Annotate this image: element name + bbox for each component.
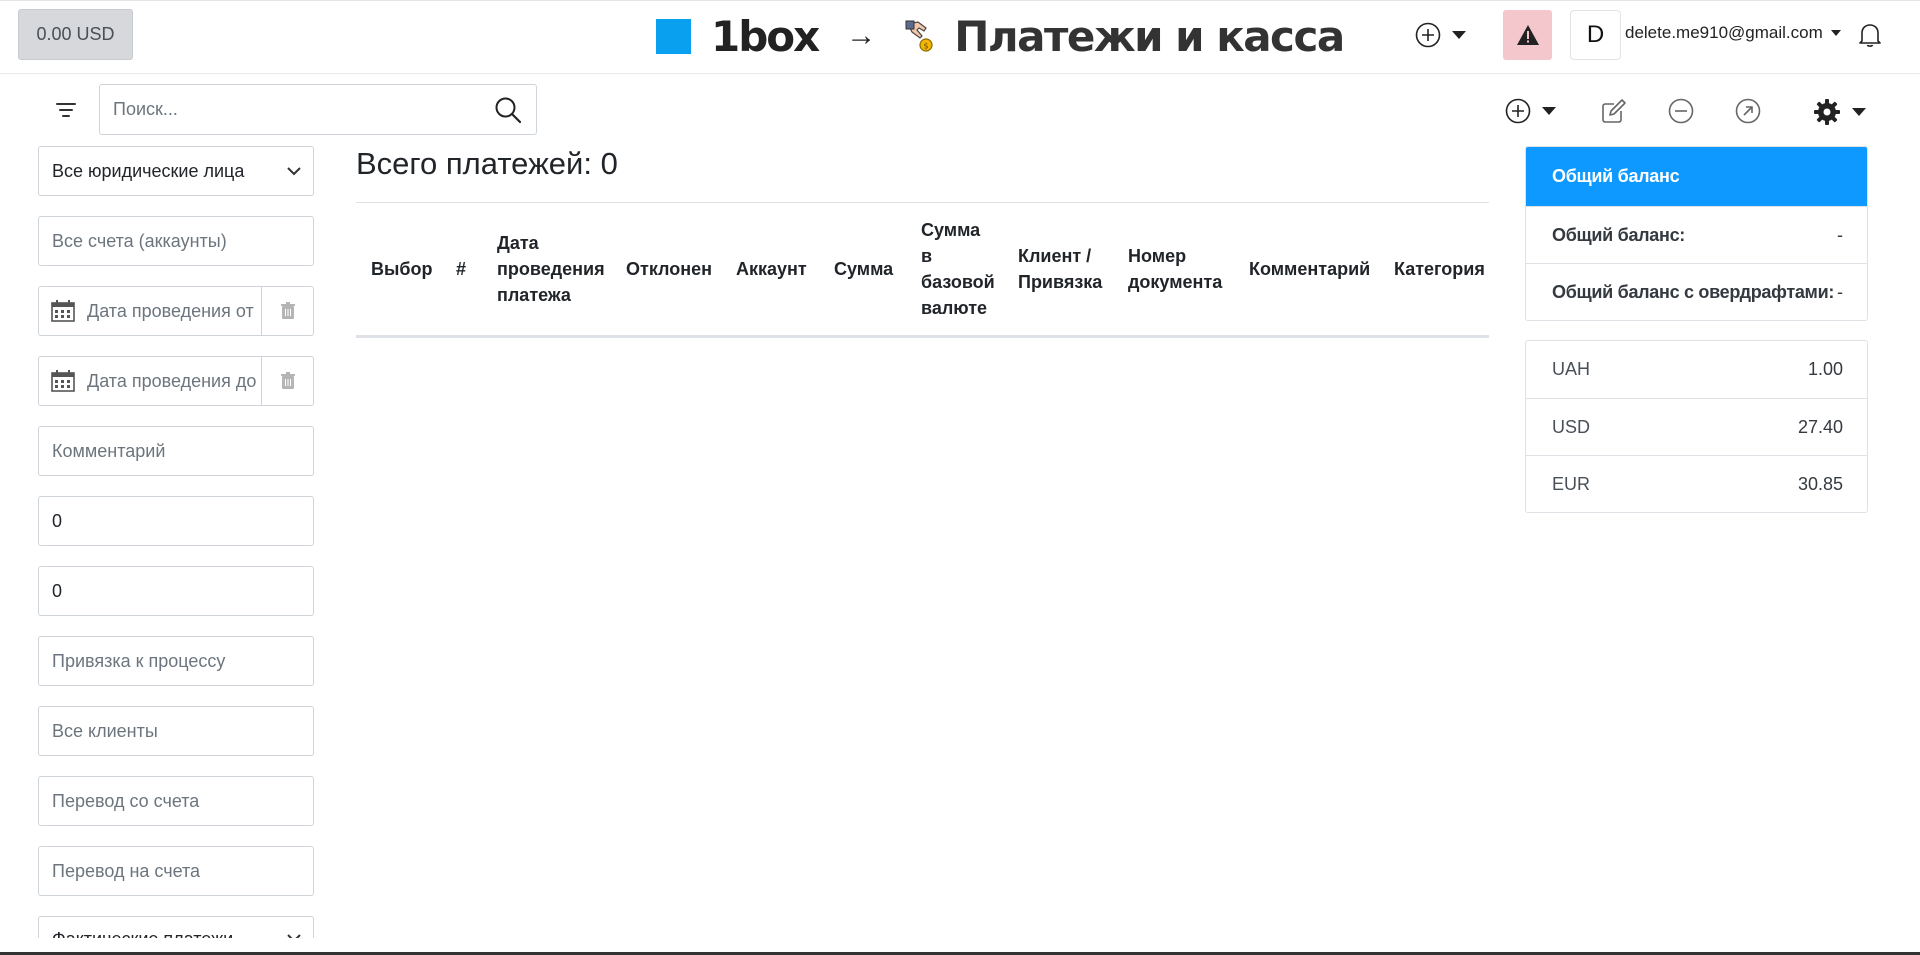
divider bbox=[356, 202, 1489, 203]
date-from-placeholder: Дата проведения от bbox=[87, 300, 254, 321]
currency-rate: 1.00 bbox=[1807, 359, 1843, 379]
payment-type-value: Фактические платежи bbox=[39, 917, 287, 938]
breadcrumb-arrow: → bbox=[846, 19, 877, 52]
brand-logo-icon[interactable] bbox=[656, 18, 691, 54]
amount-from-value: 0 bbox=[52, 510, 63, 531]
currency-rates-card: UAH 1.00 USD 27.40 EUR 30.85 bbox=[1525, 340, 1868, 513]
currency-code: USD bbox=[1552, 416, 1591, 437]
balance-label: Общий баланс: bbox=[1552, 224, 1685, 245]
chevron-down-icon bbox=[1452, 31, 1466, 39]
total-balance-card: Общий баланс Общий баланс: - Общий балан… bbox=[1525, 146, 1868, 321]
transfer-from-placeholder: Перевод со счета bbox=[52, 790, 200, 811]
column-header-account[interactable]: Аккаунт bbox=[736, 256, 807, 282]
column-header-base-amount[interactable]: Сумма в базовой валюте bbox=[921, 217, 995, 321]
minus-circle-icon bbox=[1668, 98, 1694, 124]
calendar-icon bbox=[51, 300, 75, 322]
balance-row: Общий баланс: - bbox=[1526, 206, 1867, 263]
transfer-to-placeholder: Перевод на счета bbox=[52, 860, 201, 881]
currency-row: USD 27.40 bbox=[1526, 398, 1867, 455]
chevron-down-icon bbox=[287, 166, 301, 176]
arrow-up-right-circle-icon bbox=[1735, 98, 1761, 124]
balance-value: - bbox=[1837, 224, 1843, 245]
bell-icon[interactable] bbox=[1858, 22, 1882, 48]
edit-icon bbox=[1602, 99, 1626, 123]
column-header-date[interactable]: Дата проведения платежа bbox=[497, 230, 607, 308]
page-title: Платежи и касса bbox=[954, 11, 1345, 61]
search-field[interactable] bbox=[99, 84, 537, 135]
comment-placeholder: Комментарий bbox=[52, 440, 166, 461]
column-header-rejected[interactable]: Отклонен bbox=[626, 256, 712, 282]
clear-date-from-button[interactable] bbox=[261, 287, 313, 335]
payment-type-select[interactable]: Фактические платежи bbox=[38, 916, 314, 938]
warning-icon bbox=[1516, 25, 1539, 45]
clients-placeholder: Все клиенты bbox=[52, 720, 158, 741]
top-header: 0.00 USD 1box → $ Платежи и касса D dele… bbox=[0, 0, 1920, 74]
date-to-field[interactable]: Дата проведения до bbox=[38, 356, 314, 406]
plus-circle-icon bbox=[1415, 22, 1441, 48]
amount-to-value: 0 bbox=[52, 580, 63, 601]
calendar-icon bbox=[51, 370, 75, 392]
search-input[interactable] bbox=[100, 85, 494, 134]
currency-rate: 30.85 bbox=[1797, 473, 1843, 494]
comment-filter[interactable]: Комментарий bbox=[38, 426, 314, 476]
column-header-number[interactable]: # bbox=[456, 256, 466, 282]
brand-name[interactable]: 1box bbox=[711, 12, 820, 61]
amount-to-field[interactable]: 0 bbox=[38, 566, 314, 616]
column-header-select[interactable]: Выбор bbox=[371, 256, 432, 282]
settings-menu[interactable] bbox=[1813, 98, 1866, 126]
plus-circle-icon bbox=[1505, 98, 1531, 124]
currency-code: UAH bbox=[1552, 359, 1591, 379]
balance-overdraft-label: Общий баланс с овердрафтами: bbox=[1552, 281, 1835, 302]
transfer-from-filter[interactable]: Перевод со счета bbox=[38, 776, 314, 826]
accounts-placeholder: Все счета (аккаунты) bbox=[52, 230, 227, 251]
currency-row: EUR 30.85 bbox=[1526, 455, 1867, 512]
chevron-down-icon bbox=[287, 917, 301, 938]
user-menu[interactable]: delete.me910@gmail.com bbox=[1625, 23, 1841, 43]
remove-button[interactable] bbox=[1668, 98, 1694, 124]
clear-date-to-button[interactable] bbox=[261, 357, 313, 405]
currency-row: UAH 1.00 bbox=[1526, 341, 1867, 398]
user-email: delete.me910@gmail.com bbox=[1625, 23, 1823, 42]
chevron-down-icon bbox=[1852, 108, 1866, 116]
hand-coin-icon: $ bbox=[905, 20, 933, 52]
column-header-client[interactable]: Клиент / Привязка bbox=[1018, 243, 1103, 295]
brand-breadcrumb: 1box → $ Платежи и касса bbox=[656, 11, 1345, 61]
balance-overdraft-value: - bbox=[1837, 281, 1843, 302]
warning-button[interactable] bbox=[1503, 10, 1552, 60]
currency-code: EUR bbox=[1552, 473, 1591, 494]
column-header-category[interactable]: Категория bbox=[1394, 256, 1485, 282]
chevron-down-icon bbox=[1830, 30, 1841, 36]
export-button[interactable] bbox=[1735, 98, 1761, 124]
amount-from-field[interactable]: 0 bbox=[38, 496, 314, 546]
gear-icon bbox=[1814, 99, 1840, 125]
process-link-filter[interactable]: Привязка к процессу bbox=[38, 636, 314, 686]
filter-icon[interactable] bbox=[55, 101, 77, 119]
payments-total: Всего платежей: 0 bbox=[356, 146, 618, 181]
legal-entity-value: Все юридические лица bbox=[52, 160, 245, 181]
payments-table-header: Выбор # Дата проведения платежа Отклонен… bbox=[356, 210, 1489, 338]
search-icon[interactable] bbox=[494, 96, 522, 124]
trash-icon bbox=[280, 372, 295, 389]
accounts-filter[interactable]: Все счета (аккаунты) bbox=[38, 216, 314, 266]
clients-filter[interactable]: Все клиенты bbox=[38, 706, 314, 756]
process-link-placeholder: Привязка к процессу bbox=[52, 650, 226, 671]
column-header-comment[interactable]: Комментарий bbox=[1249, 256, 1370, 282]
balance-card-title: Общий баланс bbox=[1526, 147, 1867, 206]
column-header-amount[interactable]: Сумма bbox=[834, 256, 893, 282]
add-payment-menu[interactable] bbox=[1505, 98, 1556, 124]
date-to-placeholder: Дата проведения до bbox=[87, 370, 257, 391]
currency-rate: 27.40 bbox=[1797, 416, 1843, 437]
quick-add-menu[interactable] bbox=[1415, 22, 1466, 48]
chevron-down-icon bbox=[1542, 107, 1556, 115]
trash-icon bbox=[280, 302, 295, 319]
svg-text:$: $ bbox=[924, 42, 929, 51]
transfer-to-filter[interactable]: Перевод на счета bbox=[38, 846, 314, 896]
account-balance-button[interactable]: 0.00 USD bbox=[18, 9, 133, 60]
edit-button[interactable] bbox=[1601, 98, 1627, 124]
legal-entity-select[interactable]: Все юридические лица bbox=[38, 146, 314, 196]
avatar[interactable]: D bbox=[1570, 10, 1621, 60]
balance-overdraft-row: Общий баланс с овердрафтами: - bbox=[1526, 263, 1867, 320]
date-from-field[interactable]: Дата проведения от bbox=[38, 286, 314, 336]
column-header-document-number[interactable]: Номер документа bbox=[1128, 243, 1228, 295]
